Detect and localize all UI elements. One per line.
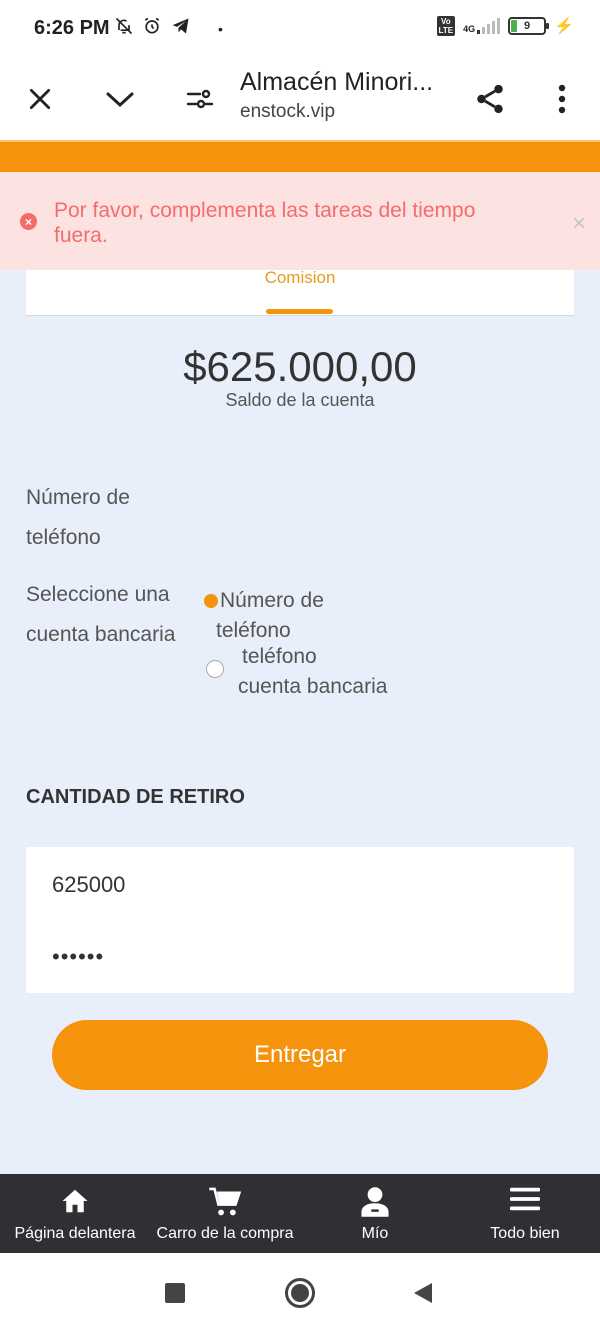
volte-icon: Vo LTE: [436, 16, 456, 36]
error-toast: × Por favor, complementa las tareas del …: [0, 172, 600, 270]
withdraw-amount-heading: CANTIDAD DE RETIRO: [26, 786, 245, 808]
withdraw-form-card: [26, 847, 574, 993]
tab-comision[interactable]: Comision: [26, 268, 574, 288]
nav-item-mine[interactable]: Mío: [300, 1174, 450, 1253]
battery-icon: 9: [508, 17, 550, 35]
nav-item-cart[interactable]: Carro de la compra: [150, 1174, 300, 1253]
bottom-nav: Página delantera Carro de la compra Mío …: [0, 1174, 600, 1253]
home-button-icon[interactable]: [282, 1253, 318, 1333]
toast-message: Por favor, complementa las tareas del ti…: [54, 199, 476, 247]
user-icon: [361, 1187, 389, 1217]
cart-icon: [209, 1187, 242, 1216]
alarm-icon: [142, 16, 162, 42]
error-icon: ×: [20, 213, 37, 230]
bank-account-label: Seleccione una cuenta bancaria: [26, 583, 176, 646]
browser-toolbar: Almacén Minori... enstock.vip: [0, 58, 600, 140]
balance-label: Saldo de la cuenta: [225, 390, 375, 410]
system-nav-bar: [0, 1253, 600, 1333]
recents-icon[interactable]: [160, 1253, 190, 1333]
bell-off-icon: [114, 16, 134, 42]
telegram-icon: [170, 16, 192, 42]
page-url: enstock.vip: [240, 101, 336, 122]
nav-item-all-good[interactable]: Todo bien: [450, 1174, 600, 1253]
charging-icon: ⚡: [554, 18, 574, 35]
home-icon: [62, 1189, 88, 1213]
balance-amount: $625.000,00: [183, 343, 417, 390]
status-bar: 6:26 PM • Vo LTE 4G 9 ⚡: [0, 0, 600, 58]
tune-icon[interactable]: [175, 74, 225, 124]
status-system-icons: Vo LTE 4G 9 ⚡: [436, 16, 574, 36]
signal-icon: 4G: [463, 18, 501, 34]
submit-button[interactable]: Entregar: [52, 1020, 548, 1090]
status-notification-icons: •: [114, 16, 223, 42]
back-icon[interactable]: [408, 1253, 438, 1333]
amount-input[interactable]: [52, 867, 552, 903]
dot-icon: •: [218, 21, 223, 37]
menu-icon: [510, 1187, 540, 1211]
radio-option-phone[interactable]: Número de teléfono: [204, 586, 324, 646]
status-time: 6:26 PM: [34, 17, 110, 39]
close-icon[interactable]: [15, 74, 65, 124]
password-input[interactable]: [52, 939, 552, 975]
nav-item-home[interactable]: Página delantera: [0, 1174, 150, 1253]
more-vert-icon[interactable]: [537, 74, 587, 124]
chevron-down-icon[interactable]: [95, 74, 145, 124]
page-title: Almacén Minori...: [240, 68, 434, 96]
withdraw-page: Comision $625.000,00 Saldo de la cuenta …: [0, 180, 600, 1174]
share-icon[interactable]: [465, 74, 515, 124]
phone-label: Número de teléfono: [26, 486, 130, 549]
toast-close-icon[interactable]: ×: [572, 210, 586, 238]
radio-selected-icon: [204, 594, 218, 609]
tab-active-indicator: [266, 309, 333, 314]
radio-unselected-icon: [206, 660, 224, 678]
